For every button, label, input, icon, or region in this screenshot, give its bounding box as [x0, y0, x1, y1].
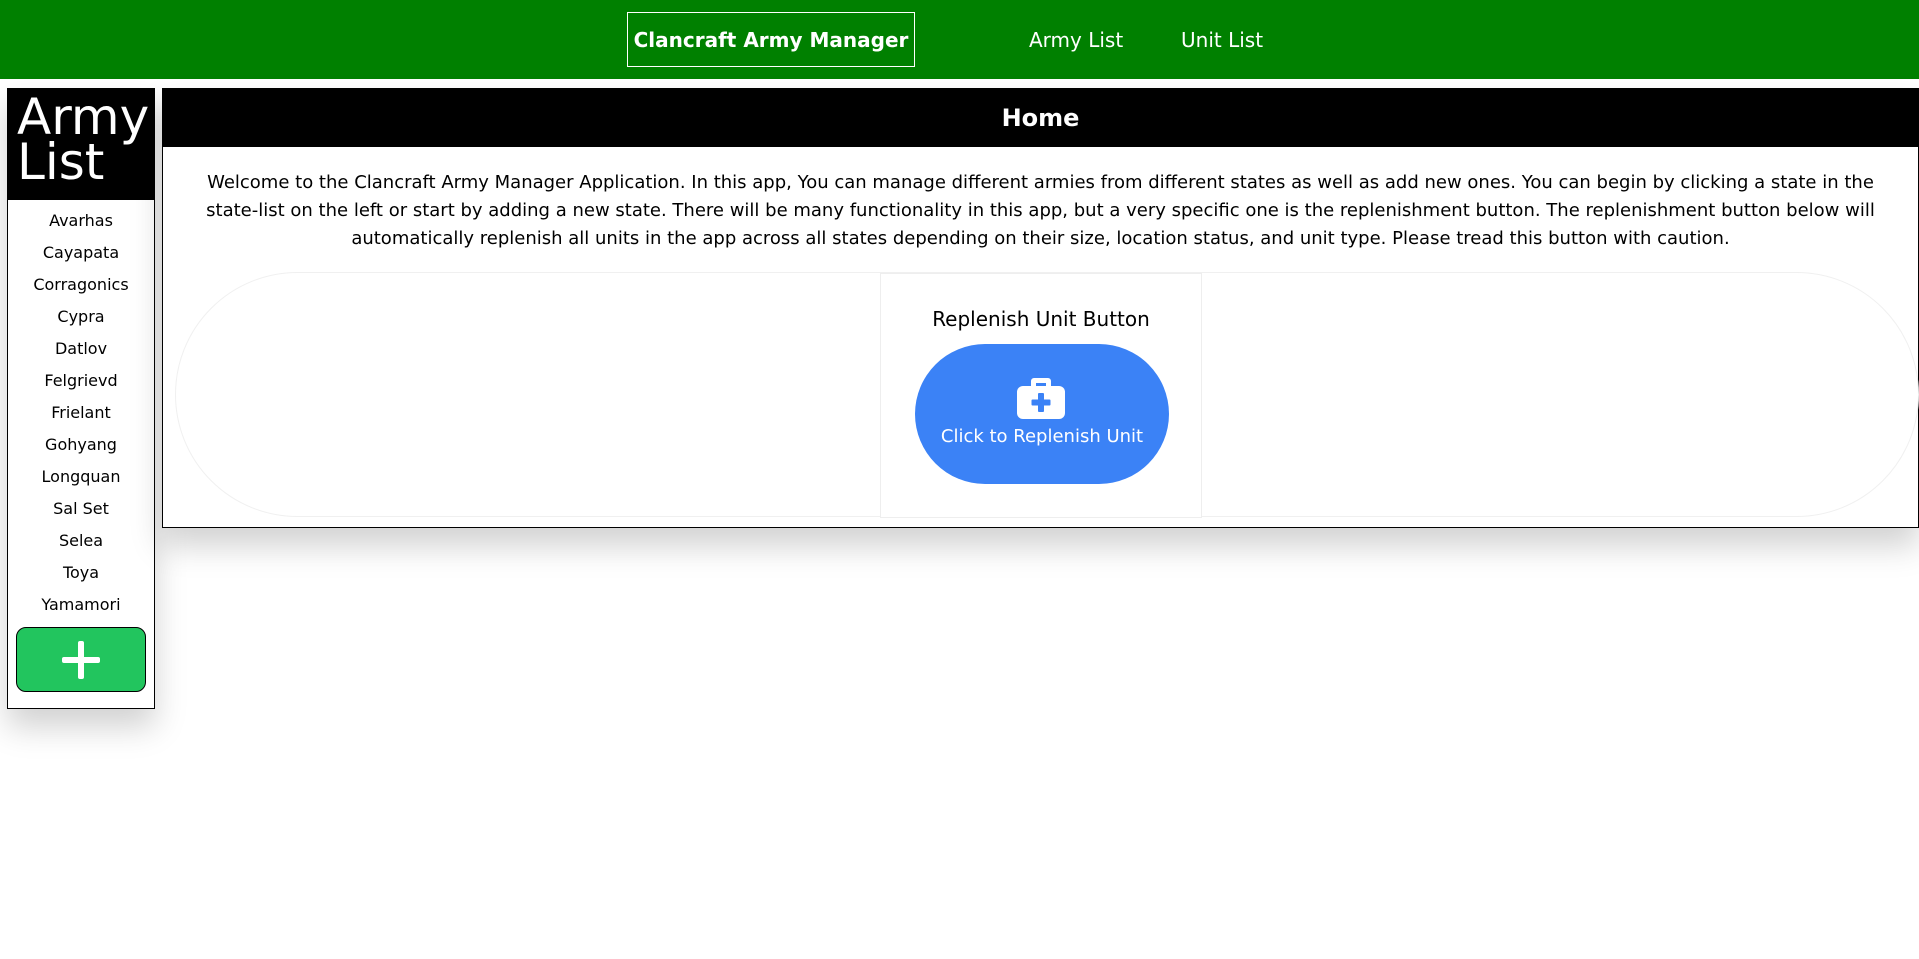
state-item-felgrievd[interactable]: Felgrievd	[8, 364, 154, 396]
state-item-datlov[interactable]: Datlov	[8, 332, 154, 364]
nav-unit-list[interactable]: Unit List	[1181, 12, 1263, 67]
state-item-gohyang[interactable]: Gohyang	[8, 428, 154, 460]
sidebar-title-line2: List	[17, 133, 105, 191]
state-sidebar: Army List Avarhas Cayapata Corragonics C…	[7, 88, 155, 709]
state-item-frielant[interactable]: Frielant	[8, 396, 154, 428]
state-item-corragonics[interactable]: Corragonics	[8, 268, 154, 300]
state-item-avarhas[interactable]: Avarhas	[8, 204, 154, 236]
state-item-selea[interactable]: Selea	[8, 524, 154, 556]
replenish-card: Replenish Unit Button Click to Replenish…	[880, 273, 1202, 518]
state-item-cayapata[interactable]: Cayapata	[8, 236, 154, 268]
replenish-unit-button[interactable]: Click to Replenish Unit	[915, 344, 1169, 484]
state-item-longquan[interactable]: Longquan	[8, 460, 154, 492]
home-panel: Home Welcome to the Clancraft Army Manag…	[162, 88, 1919, 528]
state-list: Avarhas Cayapata Corragonics Cypra Datlo…	[8, 200, 154, 620]
brand-link[interactable]: Clancraft Army Manager	[627, 12, 915, 67]
state-item-yamamori[interactable]: Yamamori	[8, 588, 154, 620]
medkit-icon	[1017, 378, 1065, 419]
state-item-sal-set[interactable]: Sal Set	[8, 492, 154, 524]
state-item-toya[interactable]: Toya	[8, 556, 154, 588]
page-title: Home	[163, 89, 1918, 147]
sidebar-title: Army List	[8, 89, 154, 200]
plus-icon	[62, 640, 100, 679]
welcome-text: Welcome to the Clancraft Army Manager Ap…	[206, 172, 1875, 249]
replenish-card-title: Replenish Unit Button	[932, 307, 1150, 331]
replenish-button-label: Click to Replenish Unit	[940, 426, 1144, 447]
state-item-cypra[interactable]: Cypra	[8, 300, 154, 332]
add-state-button[interactable]	[16, 627, 146, 692]
nav-army-list[interactable]: Army List	[1029, 12, 1123, 67]
top-navbar: Clancraft Army Manager Army List Unit Li…	[0, 0, 1919, 79]
